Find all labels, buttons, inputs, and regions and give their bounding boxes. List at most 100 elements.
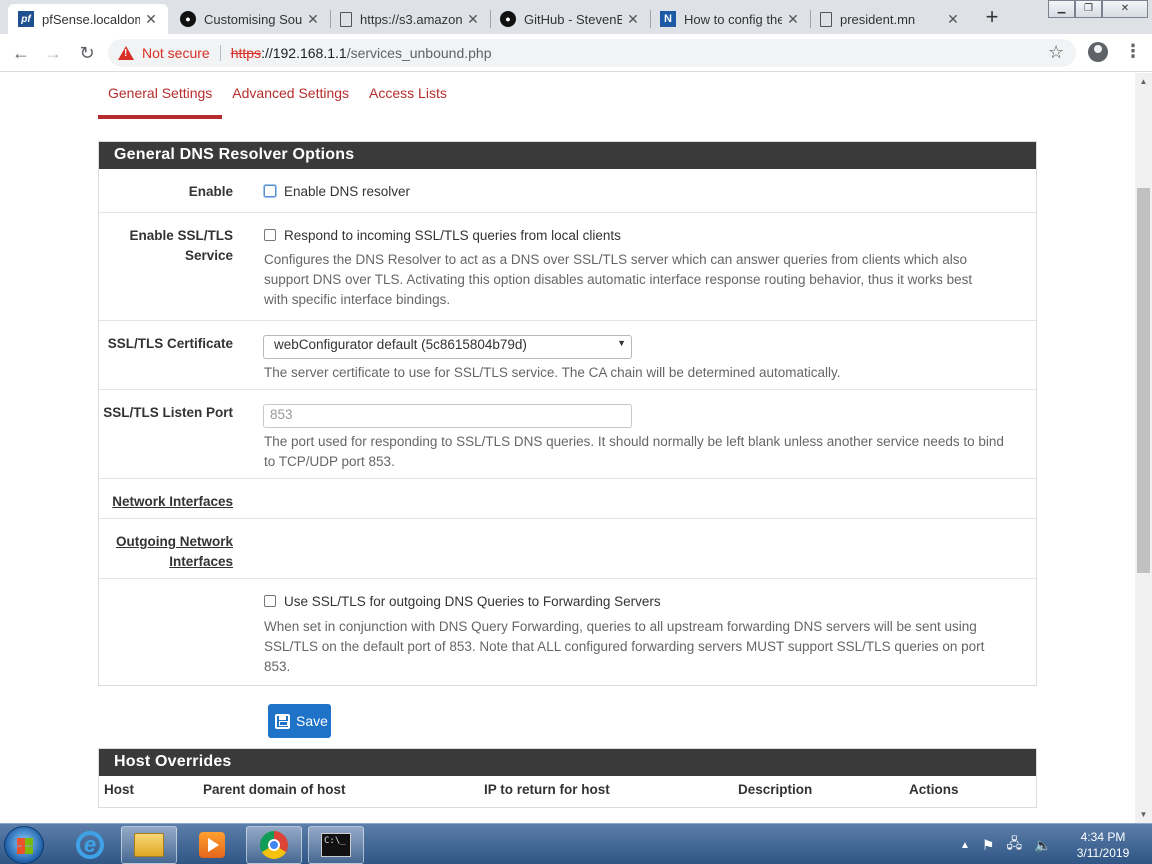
new-tab-button[interactable]: + <box>980 6 1004 30</box>
browser-tab-president[interactable]: president.mn ✕ <box>810 4 970 34</box>
document-icon <box>340 11 352 27</box>
tab-general-settings[interactable]: General Settings <box>98 73 223 119</box>
taskbar-clock[interactable]: 4:34 PM 3/11/2019 <box>1070 829 1136 861</box>
enable-row: Enable Enable DNS resolver <box>99 169 1036 212</box>
github-icon: ● <box>500 11 516 27</box>
url-host: ://192.168.1.1 <box>261 45 347 61</box>
enable-control: Enable DNS resolver <box>264 182 1034 202</box>
ssl-tls-service-control: Respond to incoming SSL/TLS queries from… <box>264 226 1034 310</box>
browser-tab-pfsense[interactable]: pf pfSense.localdom ✕ <box>8 4 168 34</box>
volume-icon[interactable]: 🔈 <box>1034 837 1051 854</box>
reload-icon[interactable]: ↻ <box>74 40 100 66</box>
clock-date: 3/11/2019 <box>1076 846 1130 860</box>
ssl-tls-service-label-line2: Service <box>184 248 233 263</box>
browser-tab-title: pfSense.localdom <box>42 11 140 27</box>
show-hidden-icons-icon[interactable]: ▲ <box>960 840 970 851</box>
n-site-icon: N <box>660 11 676 27</box>
ssl-tls-service-row: Enable SSL/TLS Service Respond to incomi… <box>99 212 1036 320</box>
warning-icon <box>118 46 134 60</box>
host-overrides-panel: Host Overrides Host Parent domain of hos… <box>98 748 1037 808</box>
taskbar-command-prompt[interactable]: C:\_ <box>308 826 364 864</box>
action-center-flag-icon[interactable]: ⚑ <box>982 837 995 854</box>
taskbar-internet-explorer[interactable]: e <box>62 826 118 864</box>
browser-tab-s3[interactable]: https://s3.amazon ✕ <box>330 4 490 34</box>
internet-explorer-icon: e <box>76 831 104 859</box>
profile-avatar-icon[interactable] <box>1088 42 1108 62</box>
column-header-actions: Actions <box>909 782 959 797</box>
outgoing-label-line1: Outgoing Network <box>116 534 233 549</box>
ssl-tls-service-label-line1: Enable SSL/TLS <box>129 228 233 243</box>
browser-tab-title: president.mn <box>840 11 916 27</box>
forwarding-tls-row: Use SSL/TLS for outgoing DNS Queries to … <box>99 578 1036 685</box>
help-line: Configures the DNS Resolver to act as a … <box>264 252 968 267</box>
dropdown-caret-icon: ▼ <box>617 338 626 348</box>
ssl-tls-listen-port-label: SSL/TLS Listen Port <box>103 405 233 420</box>
save-button-label: Save <box>296 713 328 729</box>
start-button[interactable] <box>4 826 44 864</box>
ssl-tls-certificate-label: SSL/TLS Certificate <box>107 336 233 351</box>
column-header-ip: IP to return for host <box>484 782 610 797</box>
browser-tab-customising[interactable]: ● Customising Sour ✕ <box>170 4 330 34</box>
bookmark-star-icon[interactable]: ☆ <box>1048 42 1064 63</box>
url-scheme: https <box>230 45 262 61</box>
network-interfaces-row: Network Interfaces <box>99 478 1036 518</box>
minimize-icon[interactable]: ▁ <box>1048 0 1075 18</box>
scrollbar-thumb[interactable] <box>1137 188 1150 573</box>
enable-dns-resolver-checkbox[interactable] <box>264 185 276 197</box>
not-secure-label[interactable]: Not secure <box>142 45 210 61</box>
help-line: When set in conjunction with DNS Query F… <box>264 619 977 634</box>
window-controls: ▁ ❐ ✕ <box>1048 0 1148 18</box>
browser-tab-strip: pf pfSense.localdom ✕ ● Customising Sour… <box>0 0 1152 34</box>
browser-tab-title: https://s3.amazon <box>360 11 462 27</box>
save-floppy-icon <box>275 713 290 729</box>
close-tab-icon[interactable]: ✕ <box>306 11 320 28</box>
panel-title: General DNS Resolver Options <box>99 142 1036 169</box>
pfsense-icon: pf <box>18 11 34 27</box>
url-divider <box>219 45 221 61</box>
help-line: support DNS over TLS. Activating this op… <box>264 272 973 287</box>
certificate-selected-value: webConfigurator default (5c8615804b79d) <box>274 337 527 352</box>
taskbar-file-explorer[interactable] <box>121 826 177 864</box>
tab-advanced-settings[interactable]: Advanced Settings <box>222 73 359 119</box>
scroll-down-icon[interactable]: ▼ <box>1135 806 1152 823</box>
browser-tab-title: GitHub - StevenBl <box>524 11 622 27</box>
folder-icon <box>134 833 164 857</box>
vertical-scrollbar[interactable]: ▲ ▼ <box>1135 73 1152 823</box>
browser-tab-github[interactable]: ● GitHub - StevenBl ✕ <box>490 4 650 34</box>
command-prompt-icon: C:\_ <box>321 833 351 857</box>
network-icon[interactable]: 🖧 <box>1006 833 1022 857</box>
ssl-tls-listen-port-input[interactable]: 853 <box>263 404 632 428</box>
close-window-icon[interactable]: ✕ <box>1102 0 1148 18</box>
browser-tab-title: How to config the <box>684 11 782 27</box>
forward-arrow-icon[interactable]: → <box>40 40 66 66</box>
forwarding-tls-checkbox-label: Use SSL/TLS for outgoing DNS Queries to … <box>284 594 661 609</box>
browser-tab-howto[interactable]: N How to config the ✕ <box>650 4 810 34</box>
scroll-up-icon[interactable]: ▲ <box>1135 73 1152 90</box>
address-bar[interactable]: Not secure https ://192.168.1.1 /service… <box>108 39 1076 67</box>
close-tab-icon[interactable]: ✕ <box>144 11 158 28</box>
windows-taskbar: e C:\_ ▲ ⚑ 🖧 🔈 4:34 PM 3/11/2019 <box>0 823 1152 864</box>
ssl-tls-certificate-select[interactable]: webConfigurator default (5c8615804b79d) … <box>263 335 632 359</box>
forwarding-tls-checkbox[interactable] <box>264 595 276 607</box>
close-tab-icon[interactable]: ✕ <box>466 11 480 28</box>
github-icon: ● <box>180 11 196 27</box>
taskbar-media-player[interactable] <box>184 826 240 864</box>
host-overrides-title: Host Overrides <box>99 749 1036 776</box>
taskbar-chrome[interactable] <box>246 826 302 864</box>
chrome-icon <box>260 831 288 859</box>
close-tab-icon[interactable]: ✕ <box>626 11 640 28</box>
save-button[interactable]: Save <box>268 704 331 738</box>
back-arrow-icon[interactable]: ← <box>8 40 34 66</box>
outgoing-network-interfaces-label[interactable]: Outgoing Network Interfaces <box>116 532 233 572</box>
ssl-tls-service-checkbox[interactable] <box>264 229 276 241</box>
close-tab-icon[interactable]: ✕ <box>946 11 960 28</box>
outgoing-label-line2: Interfaces <box>169 554 233 569</box>
restore-icon[interactable]: ❐ <box>1075 0 1102 18</box>
kebab-menu-icon[interactable]: ⋮ <box>1124 42 1142 60</box>
close-tab-icon[interactable]: ✕ <box>786 11 800 28</box>
tab-access-lists[interactable]: Access Lists <box>359 73 457 119</box>
forwarding-tls-control: Use SSL/TLS for outgoing DNS Queries to … <box>264 592 1034 677</box>
network-interfaces-label[interactable]: Network Interfaces <box>112 492 233 512</box>
column-header-description: Description <box>738 782 813 797</box>
enable-label: Enable <box>188 184 233 199</box>
